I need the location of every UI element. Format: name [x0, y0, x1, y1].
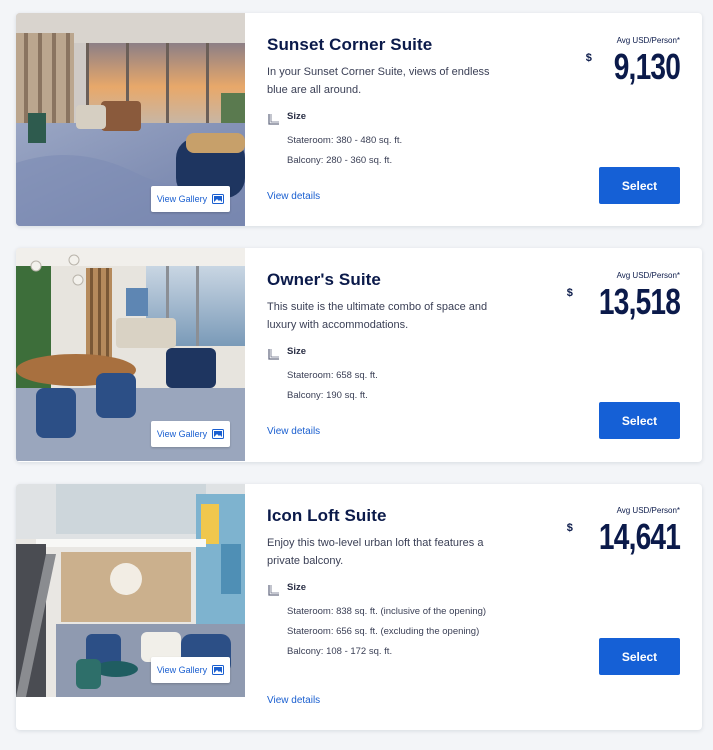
suite-photo[interactable]: View Gallery — [16, 248, 245, 461]
suite-info: Icon Loft Suite Enjoy this two-level urb… — [267, 506, 517, 658]
suite-title: Icon Loft Suite — [267, 506, 387, 525]
size-stateroom: Stateroom: 658 sq. ft. — [287, 370, 378, 381]
suite-photo[interactable]: View Gallery — [16, 13, 245, 226]
suite-info: Owner's Suite This suite is the ultimate… — [267, 270, 517, 402]
size-balcony: Balcony: 280 - 360 sq. ft. — [287, 155, 393, 166]
size-balcony: Balcony: 190 sq. ft. — [287, 390, 368, 401]
suite-description: In your Sunset Corner Suite, views of en… — [267, 66, 490, 96]
price-block: Avg USD/Person* $ 9,130 — [585, 36, 681, 87]
size-icon — [268, 114, 279, 125]
price-currency: $ — [566, 522, 573, 534]
view-gallery-button[interactable]: View Gallery — [151, 421, 230, 447]
gallery-icon — [212, 429, 225, 439]
price-block: Avg USD/Person* $ 13,518 — [566, 271, 681, 322]
view-details-link[interactable]: View details — [267, 695, 320, 706]
size-stateroom-excluding: Stateroom: 656 sq. ft. (excluding the op… — [287, 626, 480, 637]
view-gallery-label: View Gallery — [156, 194, 208, 204]
price-amount: 14,641 — [598, 516, 681, 557]
suite-title: Sunset Corner Suite — [267, 35, 433, 54]
gallery-icon — [212, 194, 225, 204]
price: $ 9,130 — [585, 46, 681, 87]
suite-photo[interactable]: View Gallery — [16, 484, 245, 697]
price-amount: 13,518 — [598, 281, 681, 322]
suite-title: Owner's Suite — [267, 270, 381, 289]
size-label: Size — [287, 346, 307, 357]
view-gallery-label: View Gallery — [156, 665, 208, 675]
price: $ 14,641 — [566, 516, 681, 557]
size-stateroom: Stateroom: 380 - 480 sq. ft. — [287, 135, 403, 146]
view-details-link[interactable]: View details — [267, 191, 320, 202]
select-button[interactable]: Select — [599, 402, 680, 439]
suite-description: Enjoy this two-level urban loft that fea… — [267, 537, 484, 567]
size-block: Size Stateroom: 380 - 480 sq. ft. Balcon… — [267, 111, 517, 167]
size-block: Size Stateroom: 838 sq. ft. (inclusive o… — [267, 582, 517, 658]
size-stateroom-inclusive: Stateroom: 838 sq. ft. (inclusive of the… — [287, 606, 487, 617]
price-block: Avg USD/Person* $ 14,641 — [566, 506, 681, 557]
size-balcony: Balcony: 108 - 172 sq. ft. — [287, 646, 393, 657]
suite-card-sunset-corner: View Gallery Sunset Corner Suite In your… — [16, 13, 702, 226]
suite-description: This suite is the ultimate combo of spac… — [267, 301, 488, 331]
size-icon — [268, 585, 279, 596]
select-button[interactable]: Select — [599, 167, 680, 204]
price-amount: 9,130 — [613, 46, 681, 87]
view-gallery-button[interactable]: View Gallery — [151, 186, 230, 212]
price: $ 13,518 — [566, 281, 681, 322]
view-gallery-label: View Gallery — [156, 429, 208, 439]
view-gallery-button[interactable]: View Gallery — [151, 657, 230, 683]
select-button[interactable]: Select — [599, 638, 680, 675]
price-currency: $ — [566, 287, 573, 299]
size-label: Size — [287, 582, 307, 593]
size-label: Size — [287, 111, 307, 122]
size-icon — [268, 349, 279, 360]
gallery-icon — [212, 665, 225, 675]
size-block: Size Stateroom: 658 sq. ft. Balcony: 190… — [267, 346, 517, 402]
suite-card-icon-loft: View Gallery Icon Loft Suite Enjoy this … — [16, 484, 702, 730]
view-details-link[interactable]: View details — [267, 426, 320, 437]
price-currency: $ — [585, 52, 592, 64]
suite-info: Sunset Corner Suite In your Sunset Corne… — [267, 35, 517, 167]
suite-card-owners: View Gallery Owner's Suite This suite is… — [16, 248, 702, 462]
